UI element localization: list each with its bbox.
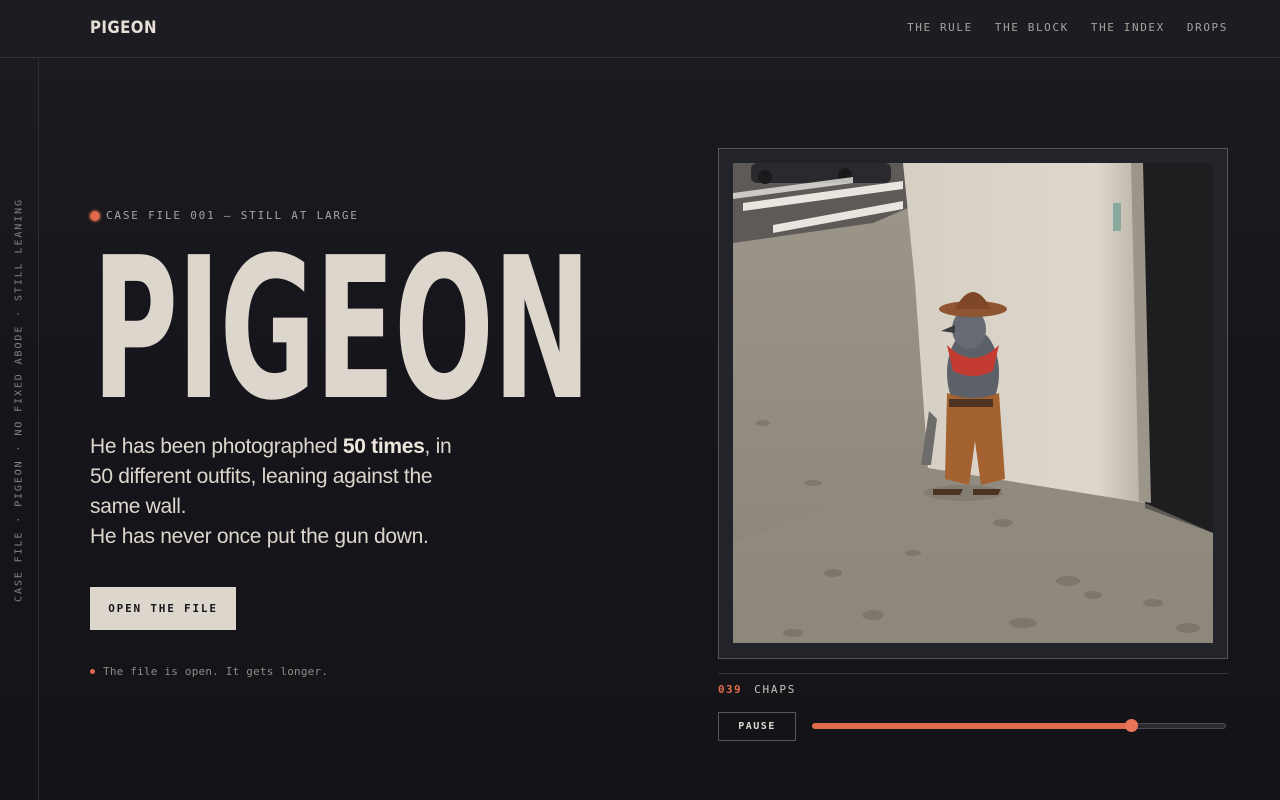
hero-lede: He has been photographed 50 times, in 50…	[90, 432, 470, 552]
note-dot-icon	[90, 669, 95, 674]
brand-logo[interactable]: PIGEON	[90, 18, 157, 38]
side-rail-divider	[38, 58, 39, 800]
nav-the-block[interactable]: THE BLOCK	[995, 21, 1069, 34]
slider-thumb[interactable]	[1124, 719, 1138, 732]
note-text: The file is open. It gets longer.	[103, 665, 329, 678]
lede-part-3: He has never once put the gun down.	[90, 525, 429, 548]
photo-caption-label: CHAPS	[754, 683, 797, 696]
main-nav: THE RULE THE BLOCK THE INDEX DROPS	[907, 21, 1228, 34]
pigeon-photo	[733, 163, 1213, 643]
side-rail-text: CASE FILE · PIGEON · NO FIXED ABODE · ST…	[13, 198, 25, 602]
pause-button[interactable]: PAUSE	[718, 712, 796, 741]
hero-title: PIGEON	[92, 216, 591, 444]
slider-fill	[812, 723, 1131, 729]
site-header: PIGEON THE RULE THE BLOCK THE INDEX DROP…	[0, 0, 1280, 58]
pigeon-photo-illustration	[733, 163, 1213, 643]
file-note: The file is open. It gets longer.	[90, 665, 328, 678]
caption-divider	[718, 673, 1228, 674]
lede-bold-count: 50 times	[342, 435, 425, 458]
nav-the-index[interactable]: THE INDEX	[1091, 21, 1165, 34]
photo-frame	[718, 148, 1228, 659]
photo-counter: 039	[718, 683, 743, 696]
lede-part-1: He has been photographed	[90, 435, 343, 458]
photo-caption: 039 CHAPS	[718, 683, 796, 696]
nav-the-rule[interactable]: THE RULE	[907, 21, 973, 34]
slideshow-progress-slider[interactable]	[812, 719, 1226, 733]
nav-drops[interactable]: DROPS	[1187, 21, 1228, 34]
open-the-file-button[interactable]: OPEN THE FILE	[90, 587, 236, 630]
